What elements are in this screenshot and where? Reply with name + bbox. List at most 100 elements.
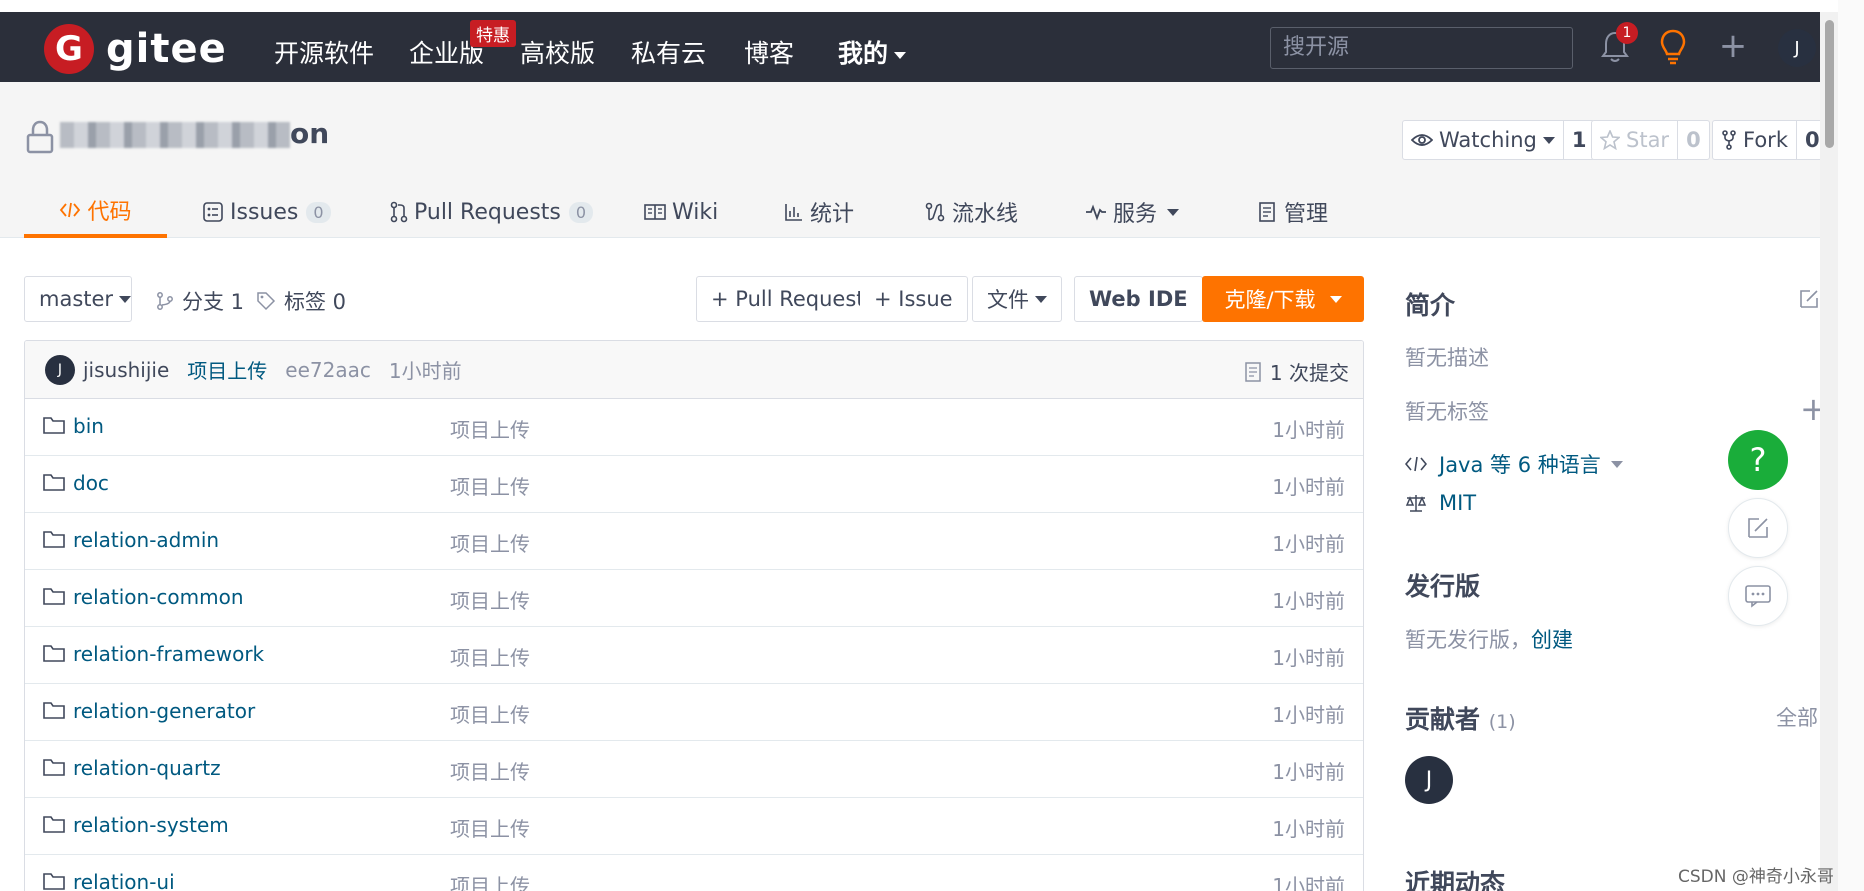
code-icon [1405,456,1427,472]
file-row[interactable]: relation-ui 项目上传 1小时前 [25,855,1363,891]
clone-download-button[interactable]: 克隆/下载 [1202,276,1364,322]
branches-link[interactable]: 分支 1 [156,286,244,316]
file-name[interactable]: relation-common [73,585,244,609]
license-info[interactable]: MIT [1405,491,1476,515]
file-row[interactable]: relation-framework 项目上传 1小时前 [25,627,1363,684]
commit-time: 1小时前 [388,359,462,383]
nav-mine[interactable]: 我的 [838,34,907,70]
file-name[interactable]: relation-quartz [73,756,221,780]
folder-icon [43,588,65,605]
tab-issues-label: Issues [230,199,299,225]
file-name[interactable]: relation-system [73,813,229,837]
repo-header: on Watching 1 Star 0 Fork 0 代码 Issues 0 … [0,82,1829,238]
file-commit-time: 1小时前 [1272,475,1345,499]
new-pull-request-button[interactable]: + Pull Request [696,276,880,322]
file-menu-button[interactable]: 文件 [972,276,1062,322]
nav-private-cloud[interactable]: 私有云 [631,34,706,70]
file-commit-message[interactable]: 项目上传 [450,414,530,443]
repo-name[interactable]: on [60,117,329,150]
chevron-down-icon [119,295,132,303]
file-commit-time: 1小时前 [1272,646,1345,670]
nav-blog[interactable]: 博客 [744,34,794,70]
file-name[interactable]: relation-generator [73,699,255,723]
tab-code[interactable]: 代码 [24,186,167,238]
tab-wiki[interactable]: Wiki [644,186,718,238]
chat-button[interactable] [1728,566,1788,626]
contributors-title: 贡献者 (1) [1405,700,1516,736]
contributors-count: (1) [1488,711,1516,733]
file-row[interactable]: relation-generator 项目上传 1小时前 [25,684,1363,741]
tags-label: 标签 0 [284,290,347,314]
file-commit-message[interactable]: 项目上传 [450,471,530,500]
file-commit-message[interactable]: 项目上传 [450,813,530,842]
file-row[interactable]: bin 项目上传 1小时前 [25,399,1363,456]
watching-button[interactable]: Watching 1 [1402,120,1596,160]
folder-icon [43,531,65,548]
gitee-logo[interactable]: G gitee [44,24,227,74]
file-row[interactable]: relation-admin 项目上传 1小时前 [25,513,1363,570]
file-row[interactable]: doc 项目上传 1小时前 [25,456,1363,513]
tab-stats[interactable]: 统计 [784,186,854,238]
branch-icon [157,292,173,310]
contributors-all-link[interactable]: 全部 [1776,702,1818,732]
file-row[interactable]: relation-quartz 项目上传 1小时前 [25,741,1363,798]
commit-author[interactable]: jisushijie [83,358,169,382]
nav-education[interactable]: 高校版 [520,34,595,70]
tags-link[interactable]: 标签 0 [256,286,346,316]
star-count[interactable]: 0 [1678,121,1709,159]
star-button[interactable]: Star 0 [1591,120,1710,160]
language-info[interactable]: Java 等 6 种语言 [1405,449,1623,479]
file-commit-message[interactable]: 项目上传 [450,699,530,728]
fork-button[interactable]: Fork 0 [1712,120,1829,160]
file-commit-time: 1小时前 [1272,817,1345,841]
tab-pipeline[interactable]: 流水线 [924,186,1018,238]
file-commit-message[interactable]: 项目上传 [450,756,530,785]
watching-count[interactable]: 1 [1564,121,1595,159]
activity-title: 近期动态 [1405,869,1506,891]
file-commit-message[interactable]: 项目上传 [450,585,530,614]
plus-icon[interactable]: + [1718,29,1748,63]
commit-hash[interactable]: ee72aac [285,358,371,382]
tab-services[interactable]: 服务 [1085,186,1180,238]
file-name[interactable]: relation-ui [73,870,175,891]
file-name[interactable]: relation-framework [73,642,264,666]
scrollbar-thumb[interactable] [1825,20,1834,148]
file-row[interactable]: relation-common 项目上传 1小时前 [25,570,1363,627]
feedback-edit-button[interactable] [1728,498,1788,558]
contributors-label: 贡献者 [1405,705,1481,734]
search-input[interactable]: 搜开源 [1270,27,1573,69]
commit-count-link[interactable]: 1 次提交 [1244,357,1349,386]
tab-issues[interactable]: Issues 0 [202,186,331,238]
help-button[interactable]: ? [1728,430,1788,490]
promo-badge: 特惠 [470,20,516,47]
web-ide-button[interactable]: Web IDE [1074,276,1203,322]
browser-top-strip [0,0,1864,12]
tab-pull-requests[interactable]: Pull Requests 0 [390,186,594,238]
lock-icon [26,120,54,154]
branch-select[interactable]: master [24,276,132,322]
edit-icon[interactable] [1798,288,1820,310]
commit-avatar[interactable]: J [45,354,75,385]
nav-opensource[interactable]: 开源软件 [274,34,374,70]
commit-message[interactable]: 项目上传 [187,355,267,384]
file-name[interactable]: doc [73,471,109,495]
tab-pr-count: 0 [568,201,594,223]
user-avatar[interactable]: J [1778,29,1816,67]
tab-pr-label: Pull Requests [414,199,561,225]
tab-stats-label: 统计 [810,202,855,227]
file-commit-message[interactable]: 项目上传 [450,642,530,671]
contributor-avatar[interactable]: J [1405,756,1453,804]
file-name[interactable]: relation-admin [73,528,219,552]
lightbulb-icon[interactable] [1657,28,1689,66]
tab-manage[interactable]: 管理 [1258,186,1328,238]
new-issue-button[interactable]: + Issue [860,276,968,322]
file-row[interactable]: relation-system 项目上传 1小时前 [25,798,1363,855]
chat-icon [1745,585,1771,608]
file-commit-message[interactable]: 项目上传 [450,528,530,557]
nav-mine-label: 我的 [838,39,889,68]
create-release-link[interactable]: 创建 [1531,628,1573,652]
file-commit-time: 1小时前 [1272,874,1345,891]
file-commit-message[interactable]: 项目上传 [450,870,530,891]
watermark: CSDN @神奇小永哥 [1678,867,1834,887]
file-name[interactable]: bin [73,414,104,438]
